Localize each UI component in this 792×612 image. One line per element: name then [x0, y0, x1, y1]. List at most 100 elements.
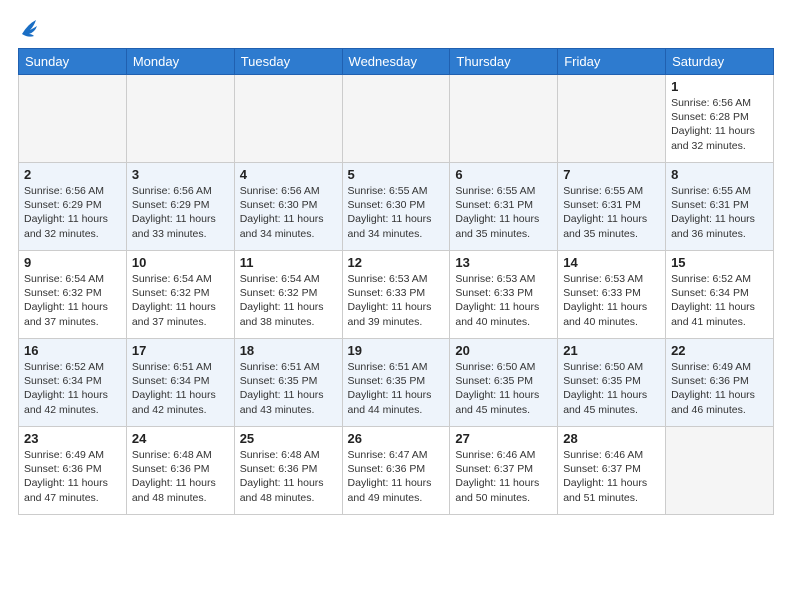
- day-info: Sunrise: 6:53 AM Sunset: 6:33 PM Dayligh…: [563, 272, 660, 329]
- calendar-cell: 6 Sunrise: 6:55 AM Sunset: 6:31 PM Daylig…: [450, 163, 558, 251]
- page: SundayMondayTuesdayWednesdayThursdayFrid…: [0, 0, 792, 525]
- day-info: Sunrise: 6:54 AM Sunset: 6:32 PM Dayligh…: [24, 272, 121, 329]
- day-info: Sunrise: 6:48 AM Sunset: 6:36 PM Dayligh…: [240, 448, 337, 505]
- calendar-cell: 21 Sunrise: 6:50 AM Sunset: 6:35 PM Dayli…: [558, 339, 666, 427]
- day-info: Sunrise: 6:55 AM Sunset: 6:31 PM Dayligh…: [563, 184, 660, 241]
- calendar-cell: 10 Sunrise: 6:54 AM Sunset: 6:32 PM Dayli…: [126, 251, 234, 339]
- calendar-table: SundayMondayTuesdayWednesdayThursdayFrid…: [18, 48, 774, 515]
- calendar-cell: 19 Sunrise: 6:51 AM Sunset: 6:35 PM Dayli…: [342, 339, 450, 427]
- day-info: Sunrise: 6:48 AM Sunset: 6:36 PM Dayligh…: [132, 448, 229, 505]
- day-info: Sunrise: 6:50 AM Sunset: 6:35 PM Dayligh…: [563, 360, 660, 417]
- day-number: 18: [240, 343, 337, 358]
- day-number: 10: [132, 255, 229, 270]
- calendar-week-row: 1 Sunrise: 6:56 AM Sunset: 6:28 PM Daylig…: [19, 75, 774, 163]
- calendar-cell: 22Sunrise: 6:49 AM Sunset: 6:36 PM Dayli…: [666, 339, 774, 427]
- calendar-header-sunday: Sunday: [19, 49, 127, 75]
- day-number: 11: [240, 255, 337, 270]
- calendar-week-row: 2 Sunrise: 6:56 AM Sunset: 6:29 PM Daylig…: [19, 163, 774, 251]
- day-info: Sunrise: 6:46 AM Sunset: 6:37 PM Dayligh…: [455, 448, 552, 505]
- day-info: Sunrise: 6:52 AM Sunset: 6:34 PM Dayligh…: [671, 272, 768, 329]
- calendar-cell: 13 Sunrise: 6:53 AM Sunset: 6:33 PM Dayli…: [450, 251, 558, 339]
- day-number: 6: [455, 167, 552, 182]
- calendar-cell: 3 Sunrise: 6:56 AM Sunset: 6:29 PM Daylig…: [126, 163, 234, 251]
- day-number: 26: [348, 431, 445, 446]
- calendar-week-row: 23 Sunrise: 6:49 AM Sunset: 6:36 PM Dayli…: [19, 427, 774, 515]
- day-info: Sunrise: 6:56 AM Sunset: 6:28 PM Dayligh…: [671, 96, 768, 153]
- day-number: 2: [24, 167, 121, 182]
- day-info: Sunrise: 6:51 AM Sunset: 6:34 PM Dayligh…: [132, 360, 229, 417]
- day-number: 4: [240, 167, 337, 182]
- calendar-cell: 11 Sunrise: 6:54 AM Sunset: 6:32 PM Dayli…: [234, 251, 342, 339]
- day-info: Sunrise: 6:53 AM Sunset: 6:33 PM Dayligh…: [455, 272, 552, 329]
- calendar-header-friday: Friday: [558, 49, 666, 75]
- day-number: 3: [132, 167, 229, 182]
- day-info: Sunrise: 6:55 AM Sunset: 6:31 PM Dayligh…: [671, 184, 768, 241]
- day-number: 5: [348, 167, 445, 182]
- day-info: Sunrise: 6:49 AM Sunset: 6:36 PM Dayligh…: [24, 448, 121, 505]
- logo-bird-icon: [20, 16, 38, 38]
- day-number: 13: [455, 255, 552, 270]
- calendar-cell: 16 Sunrise: 6:52 AM Sunset: 6:34 PM Dayli…: [19, 339, 127, 427]
- day-info: Sunrise: 6:54 AM Sunset: 6:32 PM Dayligh…: [240, 272, 337, 329]
- day-number: 25: [240, 431, 337, 446]
- calendar-cell: 25 Sunrise: 6:48 AM Sunset: 6:36 PM Dayli…: [234, 427, 342, 515]
- calendar-header-row: SundayMondayTuesdayWednesdayThursdayFrid…: [19, 49, 774, 75]
- calendar-header-saturday: Saturday: [666, 49, 774, 75]
- calendar-week-row: 16 Sunrise: 6:52 AM Sunset: 6:34 PM Dayli…: [19, 339, 774, 427]
- calendar-cell: 9 Sunrise: 6:54 AM Sunset: 6:32 PM Daylig…: [19, 251, 127, 339]
- calendar-cell: 1 Sunrise: 6:56 AM Sunset: 6:28 PM Daylig…: [666, 75, 774, 163]
- day-number: 24: [132, 431, 229, 446]
- day-number: 21: [563, 343, 660, 358]
- calendar-cell: 7Sunrise: 6:55 AM Sunset: 6:31 PM Daylig…: [558, 163, 666, 251]
- day-info: Sunrise: 6:53 AM Sunset: 6:33 PM Dayligh…: [348, 272, 445, 329]
- calendar-cell: [558, 75, 666, 163]
- calendar-cell: [19, 75, 127, 163]
- day-info: Sunrise: 6:49 AM Sunset: 6:36 PM Dayligh…: [671, 360, 768, 417]
- day-info: Sunrise: 6:54 AM Sunset: 6:32 PM Dayligh…: [132, 272, 229, 329]
- day-number: 15: [671, 255, 768, 270]
- day-number: 27: [455, 431, 552, 446]
- calendar-cell: 2 Sunrise: 6:56 AM Sunset: 6:29 PM Daylig…: [19, 163, 127, 251]
- calendar-cell: 20 Sunrise: 6:50 AM Sunset: 6:35 PM Dayli…: [450, 339, 558, 427]
- day-info: Sunrise: 6:46 AM Sunset: 6:37 PM Dayligh…: [563, 448, 660, 505]
- day-number: 17: [132, 343, 229, 358]
- calendar-cell: 26 Sunrise: 6:47 AM Sunset: 6:36 PM Dayli…: [342, 427, 450, 515]
- calendar-header-monday: Monday: [126, 49, 234, 75]
- day-info: Sunrise: 6:50 AM Sunset: 6:35 PM Dayligh…: [455, 360, 552, 417]
- calendar-cell: 14 Sunrise: 6:53 AM Sunset: 6:33 PM Dayli…: [558, 251, 666, 339]
- day-number: 20: [455, 343, 552, 358]
- calendar-header-thursday: Thursday: [450, 49, 558, 75]
- calendar-cell: 24 Sunrise: 6:48 AM Sunset: 6:36 PM Dayli…: [126, 427, 234, 515]
- calendar-cell: 18 Sunrise: 6:51 AM Sunset: 6:35 PM Dayli…: [234, 339, 342, 427]
- day-number: 12: [348, 255, 445, 270]
- calendar-header-tuesday: Tuesday: [234, 49, 342, 75]
- day-number: 16: [24, 343, 121, 358]
- day-info: Sunrise: 6:55 AM Sunset: 6:31 PM Dayligh…: [455, 184, 552, 241]
- day-info: Sunrise: 6:55 AM Sunset: 6:30 PM Dayligh…: [348, 184, 445, 241]
- calendar-cell: [450, 75, 558, 163]
- day-number: 14: [563, 255, 660, 270]
- calendar-cell: 8 Sunrise: 6:55 AM Sunset: 6:31 PM Daylig…: [666, 163, 774, 251]
- calendar-cell: 15 Sunrise: 6:52 AM Sunset: 6:34 PM Dayli…: [666, 251, 774, 339]
- day-info: Sunrise: 6:52 AM Sunset: 6:34 PM Dayligh…: [24, 360, 121, 417]
- calendar-cell: 23 Sunrise: 6:49 AM Sunset: 6:36 PM Dayli…: [19, 427, 127, 515]
- day-info: Sunrise: 6:56 AM Sunset: 6:29 PM Dayligh…: [24, 184, 121, 241]
- day-number: 19: [348, 343, 445, 358]
- header-area: [18, 18, 774, 38]
- day-number: 9: [24, 255, 121, 270]
- day-number: 23: [24, 431, 121, 446]
- calendar-week-row: 9 Sunrise: 6:54 AM Sunset: 6:32 PM Daylig…: [19, 251, 774, 339]
- calendar-cell: 28Sunrise: 6:46 AM Sunset: 6:37 PM Dayli…: [558, 427, 666, 515]
- logo: [18, 18, 38, 38]
- day-info: Sunrise: 6:56 AM Sunset: 6:30 PM Dayligh…: [240, 184, 337, 241]
- day-info: Sunrise: 6:51 AM Sunset: 6:35 PM Dayligh…: [348, 360, 445, 417]
- calendar-cell: 12 Sunrise: 6:53 AM Sunset: 6:33 PM Dayli…: [342, 251, 450, 339]
- calendar-cell: [666, 427, 774, 515]
- day-number: 1: [671, 79, 768, 94]
- day-info: Sunrise: 6:56 AM Sunset: 6:29 PM Dayligh…: [132, 184, 229, 241]
- calendar-header-wednesday: Wednesday: [342, 49, 450, 75]
- day-info: Sunrise: 6:51 AM Sunset: 6:35 PM Dayligh…: [240, 360, 337, 417]
- day-info: Sunrise: 6:47 AM Sunset: 6:36 PM Dayligh…: [348, 448, 445, 505]
- day-number: 8: [671, 167, 768, 182]
- calendar-cell: [342, 75, 450, 163]
